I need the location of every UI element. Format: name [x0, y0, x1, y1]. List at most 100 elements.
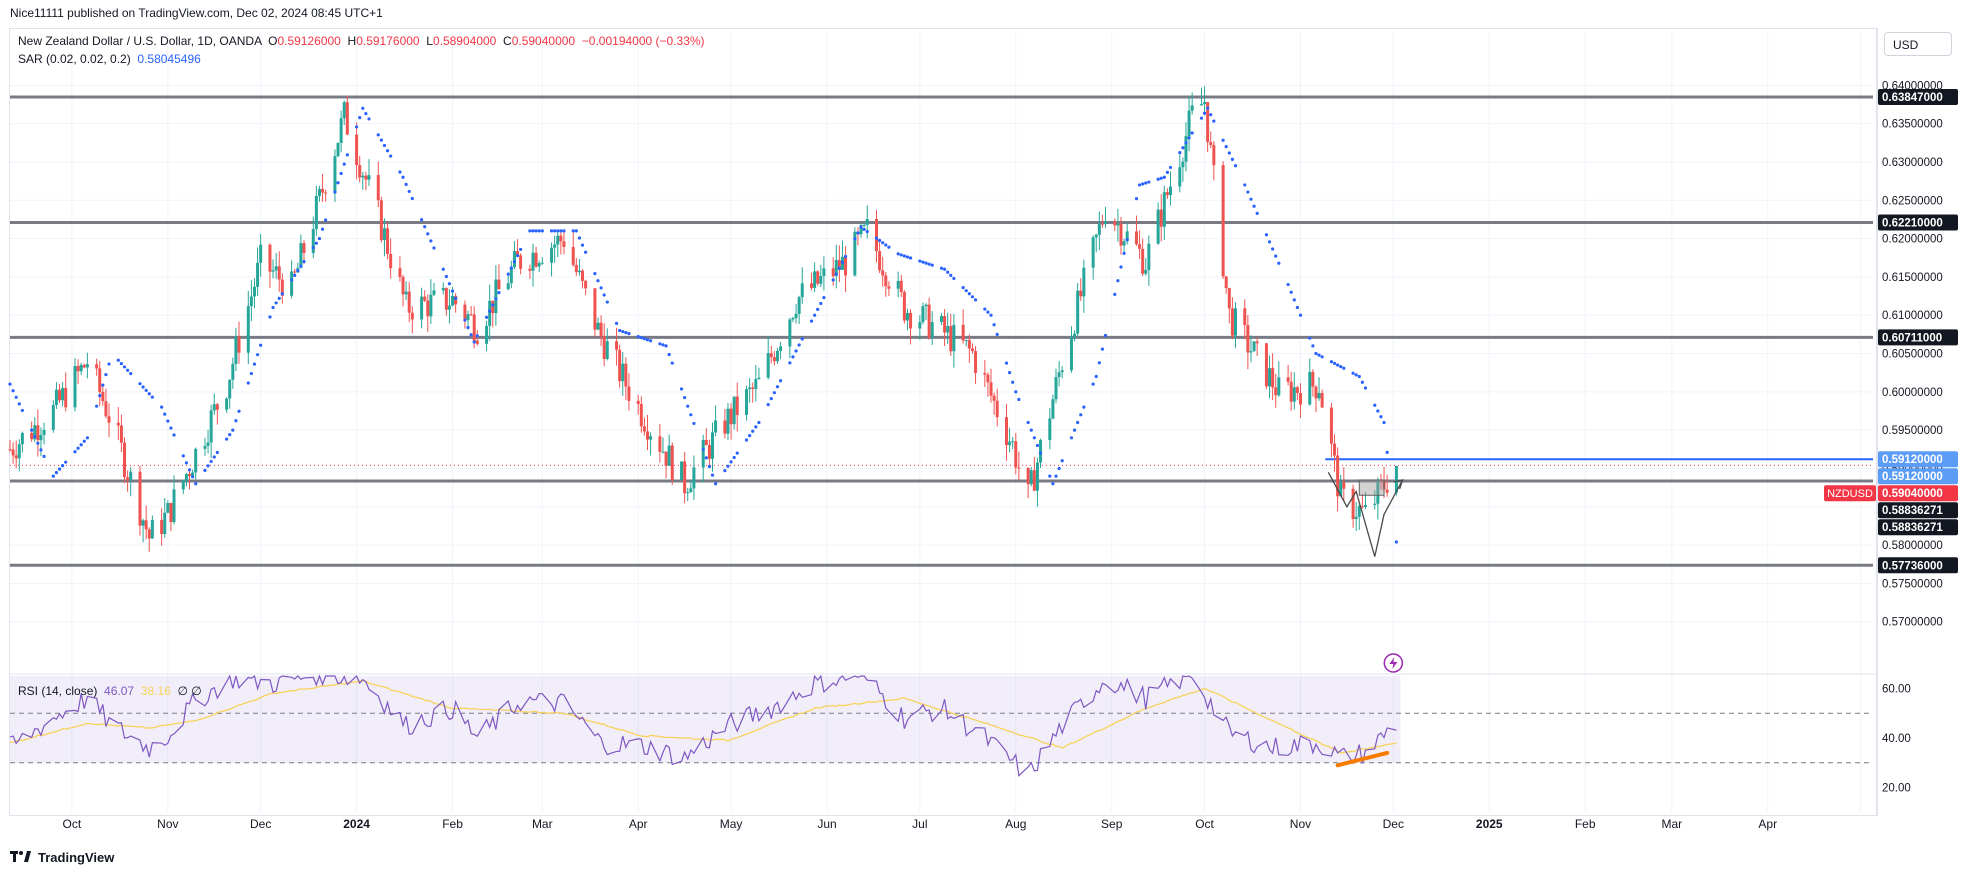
sar-dot	[921, 260, 925, 264]
candle-body	[466, 314, 470, 320]
candle-body	[1162, 192, 1166, 227]
sar-dot	[531, 229, 535, 233]
candle-body	[246, 306, 250, 353]
sar-dot	[475, 334, 479, 338]
sar-dot	[1134, 197, 1139, 201]
candle-body	[268, 244, 272, 272]
sar-dot	[927, 262, 931, 266]
candle-body	[949, 326, 953, 352]
sar-dot	[268, 315, 272, 319]
sar-dot	[519, 247, 523, 252]
sar-dot	[398, 170, 402, 174]
high-value: 0.59176000	[356, 34, 420, 48]
price-tick-label: 0.60500000	[1882, 349, 1943, 361]
candle-body	[429, 294, 433, 317]
sar-dot	[407, 189, 411, 194]
sar-dot	[450, 289, 455, 293]
sar-dot	[704, 456, 708, 460]
sar-dot	[831, 278, 835, 282]
sar-dot	[1224, 145, 1228, 149]
sar-dot	[772, 391, 776, 395]
sar-dot	[64, 460, 68, 464]
candle-body	[1134, 231, 1138, 245]
consolidation-box[interactable]	[1358, 479, 1385, 496]
candle-body	[169, 503, 173, 523]
sar-dot	[1168, 165, 1173, 170]
sar-dot	[404, 182, 408, 186]
sar-dot	[679, 387, 684, 391]
sar-dot	[735, 451, 739, 455]
symbol-title[interactable]: New Zealand Dollar / U.S. Dollar, 1D, OA…	[18, 34, 261, 48]
sar-dot	[605, 300, 609, 304]
candle-body	[475, 340, 479, 344]
close-label: C	[503, 34, 512, 48]
close-value: 0.59040000	[511, 34, 576, 48]
sar-dot	[1202, 111, 1207, 115]
sar-dot	[206, 464, 210, 468]
candle-body	[494, 279, 498, 314]
sar-dot	[509, 266, 513, 270]
candle-body	[206, 442, 210, 446]
candle-body	[299, 243, 303, 268]
candle-body	[519, 255, 523, 269]
sar-dot	[1178, 151, 1182, 155]
sar-dot	[1292, 298, 1296, 302]
sar-dot	[775, 385, 780, 389]
price-tick-label: 0.62000000	[1882, 234, 1943, 246]
candle-body	[1169, 186, 1173, 196]
sar-dot	[1082, 405, 1086, 409]
sar-dot	[1289, 290, 1293, 294]
candle-body	[259, 244, 263, 263]
sar-dot	[150, 395, 154, 399]
sar-dot	[98, 394, 102, 398]
sar-dot	[163, 412, 167, 416]
sar-dot	[1014, 390, 1018, 394]
candle-body	[293, 271, 297, 273]
sar-dot	[290, 278, 294, 282]
sar-dot	[122, 365, 127, 369]
sar-dot	[1029, 428, 1033, 432]
candle-body	[386, 228, 390, 254]
sar-dot	[1243, 183, 1247, 187]
chart-canvas[interactable]: 0.570000000.575000000.580000000.58500000…	[0, 0, 1964, 870]
candle-body	[627, 386, 631, 401]
sar-dot	[995, 332, 999, 336]
candle-body	[506, 283, 510, 290]
candle-body	[531, 252, 535, 271]
sar-dot	[1394, 540, 1399, 544]
candle-body	[116, 422, 120, 426]
sar-dot	[1199, 116, 1204, 120]
sar-dot	[320, 227, 325, 231]
candle-body	[317, 188, 321, 196]
sar-legend[interactable]: SAR (0.02, 0.02, 0.2) 0.58045496	[18, 52, 201, 66]
sar-dot	[379, 138, 383, 142]
candle-body	[884, 275, 888, 287]
sar-dot	[1233, 164, 1238, 168]
sar-dot	[1311, 344, 1315, 348]
candle-body	[1113, 221, 1117, 226]
sar-dot	[1165, 170, 1170, 174]
rsi-legend[interactable]: RSI (14, close) 46.07 38.16 ∅ ∅	[18, 684, 202, 698]
sar-dot	[277, 296, 281, 300]
candle-body	[896, 280, 900, 289]
sar-dot	[358, 116, 362, 120]
candle-body	[314, 195, 318, 230]
sar-dot	[1332, 361, 1337, 365]
candle-body	[472, 314, 476, 341]
sar-dot	[187, 468, 192, 472]
candle-body	[1385, 489, 1389, 493]
candle-body	[1292, 387, 1296, 402]
sar-dot	[884, 243, 888, 247]
candle-body	[537, 263, 541, 267]
sar-dot	[1048, 474, 1052, 478]
candle-body	[553, 244, 557, 248]
candle-body	[42, 429, 46, 435]
sar-dot	[794, 349, 798, 353]
sar-dot	[1351, 371, 1355, 375]
sar-dot	[432, 246, 436, 250]
candle-body	[940, 316, 943, 323]
sar-dot	[713, 482, 718, 486]
sar-dot	[141, 385, 145, 389]
sar-dot	[1100, 347, 1105, 351]
sar-dot	[577, 236, 582, 240]
